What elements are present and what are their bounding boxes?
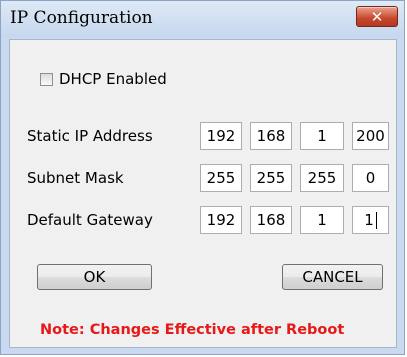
dialog-body: DHCP Enabled Static IP Address 192 168 1…: [9, 39, 397, 348]
subnet-mask-octet-4[interactable]: 0: [352, 164, 389, 192]
gateway-octet-1[interactable]: 192: [200, 206, 242, 234]
subnet-mask-row: Subnet Mask 255 255 255 0: [10, 164, 396, 194]
dhcp-checkbox[interactable]: [40, 72, 53, 86]
subnet-mask-octet-2[interactable]: 255: [250, 164, 292, 192]
reboot-note: Note: Changes Effective after Reboot: [40, 322, 345, 338]
subnet-mask-octet-3[interactable]: 255: [300, 164, 344, 192]
ok-button[interactable]: OK: [37, 264, 152, 290]
static-ip-octet-2[interactable]: 168: [250, 122, 292, 150]
close-button[interactable]: ✕: [356, 6, 398, 27]
dhcp-label: DHCP Enabled: [59, 70, 167, 88]
gateway-octet-2[interactable]: 168: [250, 206, 292, 234]
dhcp-option[interactable]: DHCP Enabled: [40, 70, 167, 88]
cancel-button[interactable]: CANCEL: [282, 264, 383, 290]
ip-config-window: IP Configuration ✕ DHCP Enabled Static I…: [0, 0, 405, 355]
static-ip-octet-3[interactable]: 1: [300, 122, 344, 150]
text-cursor: [375, 211, 377, 229]
gateway-octet-3[interactable]: 1: [300, 206, 344, 234]
close-icon: ✕: [370, 7, 384, 26]
subnet-mask-label: Subnet Mask: [27, 169, 124, 187]
static-ip-octet-4[interactable]: 200: [352, 122, 389, 150]
default-gateway-row: Default Gateway 192 168 1 1: [10, 206, 396, 236]
static-ip-label: Static IP Address: [27, 127, 153, 145]
static-ip-octet-1[interactable]: 192: [200, 122, 242, 150]
static-ip-row: Static IP Address 192 168 1 200: [10, 122, 396, 152]
default-gateway-label: Default Gateway: [27, 211, 153, 229]
title-bar[interactable]: IP Configuration ✕: [1, 1, 404, 37]
gateway-octet-4-value: 1: [364, 211, 374, 229]
subnet-mask-octet-1[interactable]: 255: [200, 164, 242, 192]
gateway-octet-4[interactable]: 1: [352, 206, 389, 234]
window-title: IP Configuration: [10, 8, 153, 28]
